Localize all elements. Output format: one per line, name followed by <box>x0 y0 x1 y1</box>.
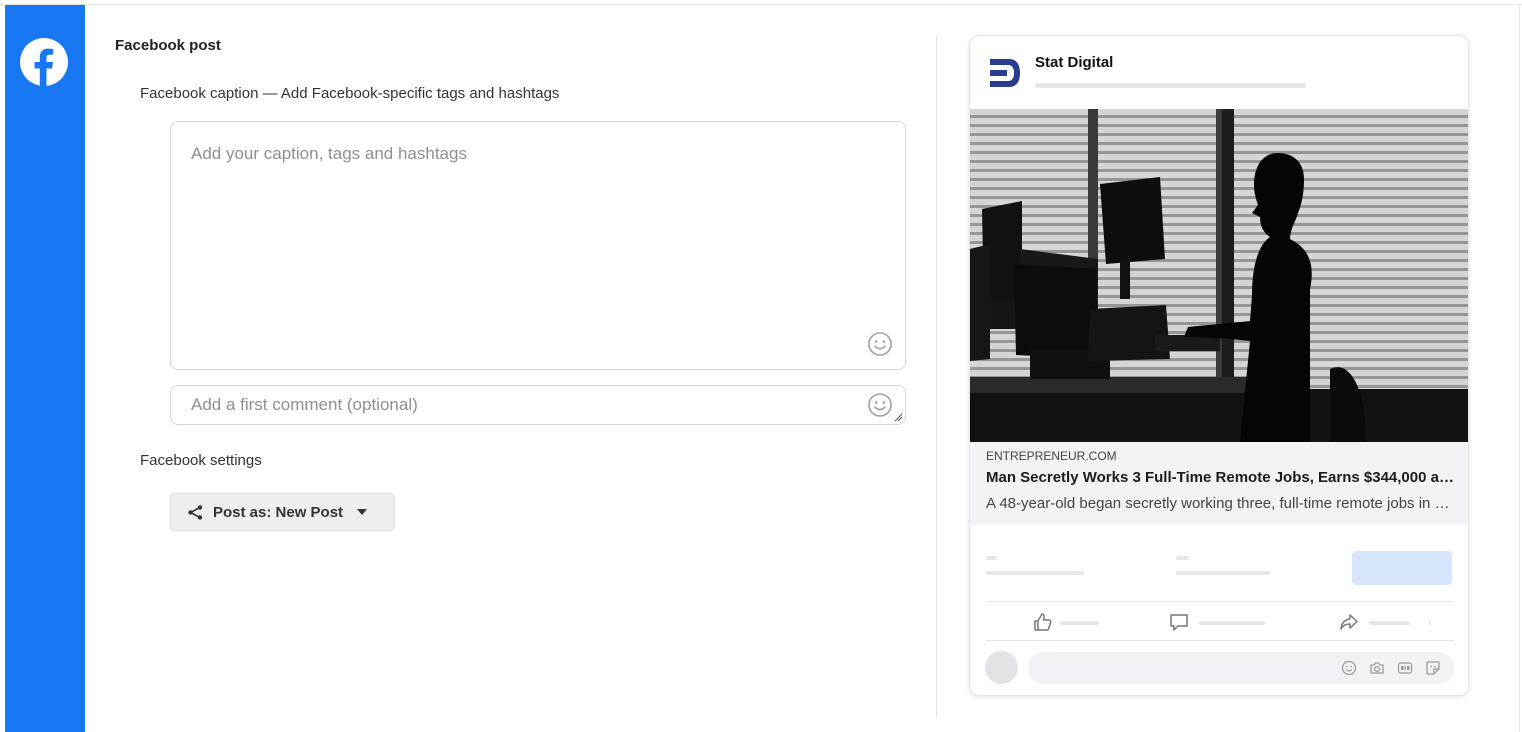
camera-icon <box>1370 662 1384 674</box>
avatar <box>985 651 1018 684</box>
facebook-logo-icon <box>20 38 68 86</box>
first-comment-field[interactable] <box>170 385 906 425</box>
page-logo <box>990 59 1020 87</box>
link-title: Man Secretly Works 3 Full-Time Remote Jo… <box>986 469 1456 486</box>
share-icon <box>188 504 203 520</box>
comment-icon <box>1170 614 1188 631</box>
action-label-placeholder <box>1429 621 1431 625</box>
resize-handle[interactable] <box>893 412 903 422</box>
like-icon <box>1034 613 1052 631</box>
timestamp-placeholder <box>1035 83 1306 88</box>
section-title: Facebook post <box>115 37 221 54</box>
share-icon <box>1340 614 1358 630</box>
page-name: Stat Digital <box>1035 54 1114 71</box>
action-label-placeholder <box>1369 621 1410 625</box>
caption-input[interactable] <box>171 122 905 369</box>
smiley-icon <box>1341 660 1357 676</box>
smiley-icon[interactable] <box>867 331 893 357</box>
caption-field[interactable] <box>170 121 906 370</box>
facebook-post-preview: Stat Digital ENTREPRENEUR.COM Man Secret… <box>969 35 1469 696</box>
stat-placeholder <box>1176 556 1189 560</box>
panel-divider <box>936 36 937 717</box>
caption-label: Facebook caption — Add Facebook-specific… <box>140 85 560 102</box>
smiley-icon[interactable] <box>867 392 893 418</box>
stat-placeholder <box>986 556 997 560</box>
comment-composer-placeholder <box>1028 652 1454 684</box>
cta-button-placeholder <box>1352 551 1452 585</box>
top-border <box>0 4 1522 5</box>
post-image <box>970 109 1468 442</box>
settings-label: Facebook settings <box>140 452 262 469</box>
action-label-placeholder <box>1060 621 1099 625</box>
gif-icon <box>1397 662 1413 674</box>
stat-placeholder <box>986 571 1084 575</box>
stat-placeholder <box>1176 571 1270 575</box>
link-preview[interactable]: ENTREPRENEUR.COM Man Secretly Works 3 Fu… <box>970 442 1468 525</box>
post-as-dropdown[interactable]: Post as: New Post <box>170 493 395 531</box>
link-description: A 48-year-old began secretly working thr… <box>986 495 1456 512</box>
card-divider <box>986 640 1454 641</box>
network-sidebar <box>5 5 85 732</box>
card-divider <box>986 601 1454 602</box>
first-comment-input[interactable] <box>171 386 905 424</box>
link-domain: ENTREPRENEUR.COM <box>986 449 1117 463</box>
chevron-down-icon <box>357 509 368 515</box>
post-as-label: Post as: New Post <box>213 503 344 521</box>
sticker-icon <box>1426 661 1440 675</box>
action-label-placeholder <box>1199 621 1265 625</box>
right-border <box>1519 4 1520 732</box>
